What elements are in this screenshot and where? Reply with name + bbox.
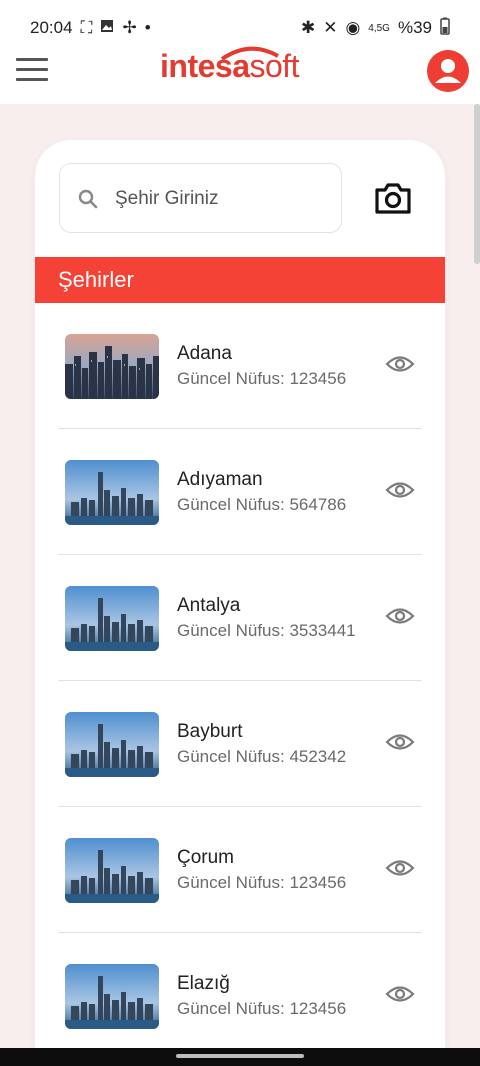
city-name: Adana [177, 343, 232, 364]
home-gesture-bar[interactable] [176, 1054, 304, 1058]
signal-icon: 4,5G [368, 22, 390, 34]
eye-icon[interactable] [385, 732, 415, 752]
city-name: Çorum [177, 847, 235, 868]
city-row[interactable]: Adıyaman Güncel Nüfus: 564786 [35, 429, 445, 555]
logo-text-soft: soft [249, 48, 300, 84]
profile-avatar-button[interactable] [427, 50, 469, 92]
mute-icon: ✕ [323, 18, 338, 37]
eye-icon[interactable] [385, 606, 415, 626]
eye-icon[interactable] [385, 480, 415, 500]
city-list: Adana Güncel Nüfus: 123456 Adıyaman Günc… [35, 303, 445, 1059]
city-population: Güncel Nüfus: 564786 [177, 495, 347, 514]
search-input[interactable]: Şehir Giriniz [59, 163, 342, 233]
scrollbar-thumb[interactable] [474, 104, 480, 264]
bluetooth-icon: ✱ [300, 18, 316, 37]
city-population: Güncel Nüfus: 123456 [177, 999, 347, 1018]
dot-icon: • [144, 18, 151, 37]
search-icon [78, 189, 98, 209]
city-image [65, 964, 159, 1029]
city-row[interactable]: Çorum Güncel Nüfus: 123456 [35, 807, 445, 933]
city-name: Antalya [177, 595, 241, 616]
city-row[interactable]: Adana Güncel Nüfus: 123456 [35, 303, 445, 429]
battery-label: %39 [397, 18, 432, 37]
city-name: Bayburt [177, 721, 243, 742]
camera-icon[interactable] [373, 180, 413, 216]
status-time: 20:04 [30, 18, 73, 37]
fan-icon: ✢ [122, 18, 137, 37]
hotspot-icon: ◉ [345, 18, 361, 37]
section-title: Şehirler [35, 257, 445, 303]
eye-icon[interactable] [385, 984, 415, 1004]
search-placeholder: Şehir Giriniz [115, 188, 219, 209]
battery-icon [440, 17, 450, 40]
city-name: Adıyaman [177, 469, 263, 490]
city-population: Güncel Nüfus: 3533441 [177, 621, 356, 640]
city-image [65, 838, 159, 903]
system-nav-bar [0, 1048, 480, 1066]
app-bar: intesasoft [0, 40, 480, 104]
city-row[interactable]: Antalya Güncel Nüfus: 3533441 [35, 555, 445, 681]
city-population: Güncel Nüfus: 452342 [177, 747, 347, 766]
city-name: Elazığ [177, 973, 230, 994]
eye-icon[interactable] [385, 858, 415, 878]
gallery-icon [100, 18, 114, 38]
app-logo: intesasoft [160, 48, 300, 85]
screenshot-icon: ⛶ [80, 18, 93, 37]
hamburger-line [16, 58, 48, 61]
eye-icon[interactable] [385, 354, 415, 374]
hamburger-line [16, 78, 48, 81]
city-image [65, 460, 159, 525]
menu-button[interactable] [16, 58, 48, 84]
city-image [65, 334, 159, 399]
city-image [65, 586, 159, 651]
hamburger-line [16, 68, 48, 71]
city-row[interactable]: Bayburt Güncel Nüfus: 452342 [35, 681, 445, 807]
city-population: Güncel Nüfus: 123456 [177, 369, 347, 388]
user-icon [435, 59, 461, 83]
city-card: Şehir Giriniz Şehirler Adana Güncel Nüfu… [35, 140, 445, 1060]
city-population: Güncel Nüfus: 123456 [177, 873, 347, 892]
logo-text-intesa: intesa [160, 48, 250, 84]
city-image [65, 712, 159, 777]
city-row[interactable]: Elazığ Güncel Nüfus: 123456 [35, 933, 445, 1059]
